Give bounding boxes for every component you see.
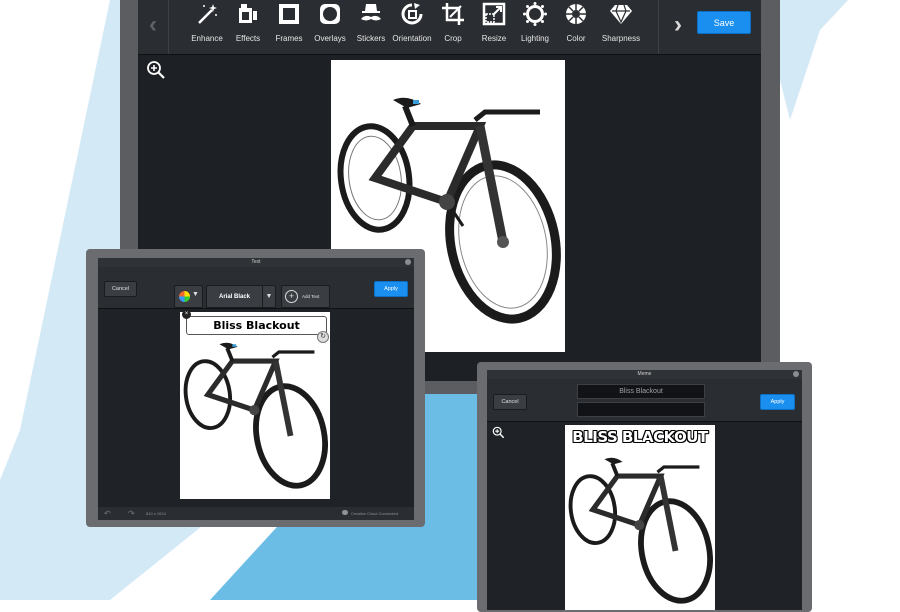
tool-effects[interactable]: Effects xyxy=(226,2,270,48)
close-icon[interactable] xyxy=(405,259,411,265)
text-overlay-box[interactable]: Bliss Blackout xyxy=(186,316,327,335)
close-icon[interactable] xyxy=(793,371,799,377)
zoom-in-icon[interactable] xyxy=(146,60,166,80)
toolbar-next-button[interactable]: › xyxy=(658,0,697,54)
color-wheel-icon xyxy=(179,291,190,302)
font-name: Arial Black xyxy=(218,293,251,300)
mustache-sticker-icon xyxy=(361,4,381,21)
text-photo-canvas: Bliss Blackout × ↻ xyxy=(180,310,330,499)
tool-resize[interactable]: Resize xyxy=(472,2,516,48)
font-dropdown[interactable]: Arial Black ▼ xyxy=(206,285,276,308)
tool-frames[interactable]: Frames xyxy=(267,2,311,48)
tool-label: Overlays xyxy=(314,34,346,43)
tool-label: Resize xyxy=(481,34,507,43)
tool-enhance[interactable]: Enhance xyxy=(185,2,229,48)
meme-caption: BLISS BLACKOUT xyxy=(572,428,708,446)
meme-toolbar: Cancel Apply xyxy=(487,379,802,422)
overlay-icon xyxy=(320,4,340,24)
tool-sharpness[interactable]: Sharpness xyxy=(599,2,643,48)
delete-text-icon[interactable]: × xyxy=(182,310,191,319)
tool-label: Sharpness xyxy=(601,34,641,43)
creative-cloud-icon xyxy=(342,510,348,515)
dialog-title: Meme xyxy=(487,370,802,379)
effects-icon xyxy=(239,4,257,23)
tool-lighting[interactable]: Lighting xyxy=(513,2,557,48)
status-bar: ↶ ↷ 810 x 1024 Creative Cloud Connected xyxy=(98,507,414,520)
chevron-right-icon: › xyxy=(674,11,682,38)
bottom-text-field[interactable] xyxy=(577,402,705,417)
color-picker-dropdown[interactable]: ▼ xyxy=(174,285,203,308)
resize-icon xyxy=(482,2,506,26)
tool-label: Lighting xyxy=(520,34,550,43)
crop-icon xyxy=(442,3,464,25)
tool-stickers[interactable]: Stickers xyxy=(349,2,393,48)
tool-label: Orientation xyxy=(392,34,432,43)
chevron-left-icon: ‹ xyxy=(149,11,157,38)
toolbar-prev-button[interactable]: ‹ xyxy=(138,0,169,54)
tool-overlays[interactable]: Overlays xyxy=(308,2,352,48)
diamond-icon xyxy=(610,4,632,24)
tool-label: Frames xyxy=(275,34,303,43)
bicycle-photo xyxy=(568,457,713,604)
text-dialog: Text Cancel ▼ Arial Black ▼ + Add Text A… xyxy=(98,258,414,520)
color-wheel-icon xyxy=(566,4,586,24)
magic-wand-icon xyxy=(198,4,217,24)
tool-label: Stickers xyxy=(356,34,386,43)
frame-icon xyxy=(279,4,299,24)
tool-label: Effects xyxy=(235,34,261,43)
tool-orientation[interactable]: Orientation xyxy=(390,2,434,48)
text-toolbar: Cancel ▼ Arial Black ▼ + Add Text Apply xyxy=(98,267,414,309)
tool-label: Crop xyxy=(444,34,462,43)
dialog-title: Text xyxy=(98,258,414,267)
tool-crop[interactable]: Crop xyxy=(431,2,475,48)
top-text-field[interactable] xyxy=(577,384,705,399)
caret-down-icon: ▼ xyxy=(262,286,275,307)
cc-status-label: Creative Cloud Connected xyxy=(351,511,398,516)
tool-label: Color xyxy=(566,34,586,43)
rotate-icon xyxy=(401,3,423,25)
apply-button[interactable]: Apply xyxy=(374,281,408,297)
tool-color[interactable]: Color xyxy=(554,2,598,48)
add-text-button[interactable]: + Add Text xyxy=(281,285,330,308)
apply-button[interactable]: Apply xyxy=(760,394,795,410)
caret-down-icon: ▼ xyxy=(192,291,199,298)
undo-icon[interactable]: ↶ xyxy=(104,509,111,518)
save-button[interactable]: Save xyxy=(697,11,751,34)
rotate-handle-icon[interactable]: ↻ xyxy=(317,331,329,343)
cancel-button[interactable]: Cancel xyxy=(104,281,137,297)
sun-icon xyxy=(523,2,547,26)
zoom-in-icon[interactable] xyxy=(492,426,505,439)
plus-icon: + xyxy=(285,290,298,303)
tool-label: Enhance xyxy=(191,34,223,43)
meme-dialog: Meme Cancel Apply BLISS BLACKOUT xyxy=(487,370,802,610)
image-size-label: 810 x 1024 xyxy=(146,511,166,516)
add-text-label: Add Text xyxy=(302,294,320,299)
redo-icon[interactable]: ↷ xyxy=(128,509,135,518)
main-toolbar: ‹ Enhance Effects Frames Overlays Sticke… xyxy=(138,0,761,55)
meme-photo-canvas: BLISS BLACKOUT xyxy=(565,425,715,610)
bicycle-photo xyxy=(183,342,328,489)
cancel-button[interactable]: Cancel xyxy=(493,394,527,410)
